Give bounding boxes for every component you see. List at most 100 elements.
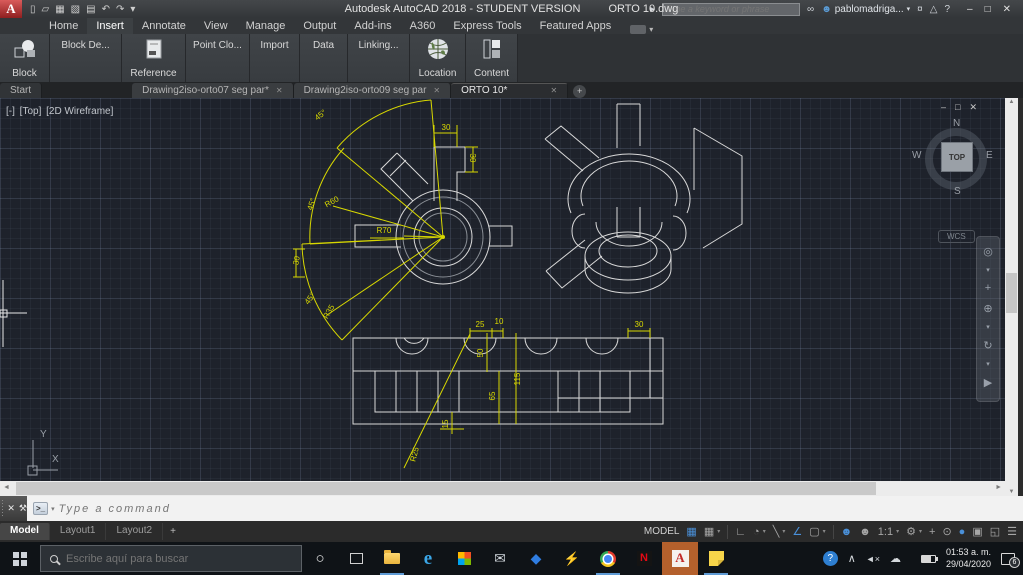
tab-addins[interactable]: Add-ins (345, 18, 400, 34)
isolate-objects-icon[interactable]: ⊙ (942, 525, 951, 538)
file-explorer-icon[interactable] (374, 542, 410, 575)
annotation-scale-value[interactable]: 1:1 (878, 526, 893, 538)
vertical-scroll-thumb[interactable] (1006, 273, 1017, 313)
close-button[interactable]: ✕ (1003, 4, 1011, 15)
panel-data[interactable]: Data (300, 34, 348, 82)
command-input[interactable] (58, 502, 1023, 515)
qat-menu-icon[interactable]: ▾ (130, 4, 135, 15)
snap-mode-icon[interactable]: ▦ (704, 525, 714, 538)
ribbon-display-toggle[interactable]: ▾ (630, 25, 653, 34)
nav-caret-icon[interactable]: ▾ (986, 266, 990, 274)
panel-linking[interactable]: Linking... (348, 34, 410, 82)
panel-point-cloud[interactable]: Point Clo... (186, 34, 250, 82)
isometric-drafting-icon[interactable]: ╲ (773, 525, 780, 538)
autocad-taskbar-icon[interactable]: A (662, 542, 698, 575)
new-file-icon[interactable]: ▯ (30, 4, 36, 15)
redo-icon[interactable]: ↷ (116, 4, 124, 15)
panel-block[interactable]: Block (0, 34, 50, 82)
showmotion-icon[interactable]: ▶ (984, 376, 992, 389)
file-tab-drawing09[interactable]: Drawing2iso-orto09 seg par ✕ (293, 83, 452, 98)
tab-featured-apps[interactable]: Featured Apps (531, 18, 621, 34)
compass-north[interactable]: N (953, 118, 960, 129)
chrome-icon[interactable] (590, 542, 626, 575)
panel-reference[interactable]: Reference (122, 34, 186, 82)
autocad-logo-icon[interactable]: A (0, 0, 22, 18)
tab-manage[interactable]: Manage (237, 18, 295, 34)
tab-layout2[interactable]: Layout2 (106, 523, 164, 540)
show-hidden-icons-chevron[interactable]: ∧ (848, 552, 856, 565)
horizontal-scrollbar[interactable]: ◄ ► (0, 481, 1005, 496)
minimize-button[interactable]: – (967, 4, 973, 15)
tab-output[interactable]: Output (294, 18, 345, 34)
taskbar-search[interactable] (40, 545, 302, 572)
navigation-wheel-icon[interactable]: ◎ (983, 245, 993, 258)
restore-button[interactable]: □ (985, 4, 991, 15)
account-menu[interactable]: ☻ pablomadriga... ▾ (821, 4, 910, 15)
search-arrow-icon[interactable]: ▸ (650, 4, 655, 15)
tab-view[interactable]: View (195, 18, 237, 34)
sticky-notes-icon[interactable] (698, 542, 734, 575)
tab-layout1[interactable]: Layout1 (50, 523, 107, 540)
onedrive-cloud-icon[interactable]: ☁ (890, 552, 901, 565)
save-as-icon[interactable]: ▧ (71, 4, 80, 15)
recent-commands-icon[interactable]: ▾ (51, 505, 55, 513)
microsoft-store-icon[interactable] (446, 542, 482, 575)
dropbox-icon[interactable]: ◆ (518, 542, 554, 575)
tab-express-tools[interactable]: Express Tools (444, 18, 530, 34)
action-center-icon[interactable]: 6 (1001, 552, 1020, 568)
panel-content[interactable]: Content (466, 34, 518, 82)
compass-west[interactable]: W (912, 150, 921, 161)
save-icon[interactable]: ▦ (55, 4, 64, 15)
tab-home[interactable]: Home (40, 18, 87, 34)
graphics-performance-icon[interactable]: ● (959, 526, 966, 538)
start-button[interactable] (0, 542, 40, 575)
horizontal-scroll-thumb[interactable] (16, 482, 876, 495)
keyword-search-input[interactable] (662, 2, 801, 16)
grid-display-icon[interactable]: ▦ (686, 525, 696, 538)
orbit-icon[interactable]: ↻ (983, 339, 992, 352)
task-view-icon[interactable] (338, 542, 374, 575)
file-tab-start[interactable]: Start (0, 83, 43, 98)
tab-model[interactable]: Model (0, 523, 50, 540)
netflix-icon[interactable]: N (626, 542, 662, 575)
help-icon[interactable]: ? (944, 4, 950, 15)
scroll-up-icon[interactable]: ▲ (1005, 99, 1018, 105)
open-file-icon[interactable]: ▱ (42, 4, 50, 15)
customization-menu-icon[interactable]: ☰ (1007, 525, 1017, 538)
tab-annotate[interactable]: Annotate (133, 18, 195, 34)
nav-caret-icon[interactable]: ▾ (986, 323, 990, 331)
nav-caret-icon[interactable]: ▾ (986, 360, 990, 368)
tab-insert[interactable]: Insert (87, 18, 133, 34)
scroll-right-icon[interactable]: ► (995, 484, 1002, 491)
compass-south[interactable]: S (954, 186, 961, 197)
wcs-dropdown[interactable]: WCS (938, 230, 975, 243)
model-space-viewport[interactable]: [-] [Top] [2D Wireframe] – □ ✕ 45° 30 30… (0, 98, 1005, 481)
command-close-icon[interactable]: ✕ (7, 503, 15, 514)
taskbar-clock[interactable]: 01:53 a. m. 29/04/2020 (946, 547, 991, 570)
scroll-down-icon[interactable]: ▼ (1005, 489, 1018, 495)
file-tab-orto10[interactable]: ORTO 10* ✕ (451, 83, 569, 98)
close-tab-icon[interactable]: ✕ (550, 84, 557, 98)
tab-a360[interactable]: A360 (401, 18, 445, 34)
a360-icon[interactable]: △ (930, 4, 938, 15)
close-tab-icon[interactable]: ✕ (276, 84, 283, 98)
cortana-icon[interactable]: ○ (302, 542, 338, 575)
binoculars-icon[interactable]: ∞ (807, 4, 814, 15)
undo-icon[interactable]: ↶ (102, 4, 110, 15)
model-space-label[interactable]: MODEL (644, 526, 680, 537)
volume-muted-icon[interactable]: ◄× (866, 554, 880, 564)
viewcube-top-face[interactable]: TOP (941, 142, 973, 172)
lightning-app-icon[interactable]: ⚡ (554, 542, 590, 575)
polar-tracking-icon[interactable]: ◔ (753, 526, 760, 538)
object-snap-icon[interactable]: ▢ (809, 525, 819, 538)
workspace-gear-icon[interactable]: ⚙ (906, 525, 916, 538)
app-store-cart-icon[interactable]: ¤ (917, 4, 923, 15)
fullscreen-icon[interactable]: ◱ (990, 525, 1000, 538)
annotation-visibility-icon[interactable]: ☻ (841, 526, 853, 538)
print-icon[interactable]: ▤ (86, 4, 95, 15)
zoom-icon[interactable]: ⊕ (983, 302, 992, 315)
panel-block-definition[interactable]: Block De... (50, 34, 122, 82)
new-tab-button[interactable]: + (573, 85, 587, 98)
viewcube[interactable]: N S W E TOP WCS (912, 118, 994, 243)
dock-grip[interactable] (2, 499, 4, 518)
